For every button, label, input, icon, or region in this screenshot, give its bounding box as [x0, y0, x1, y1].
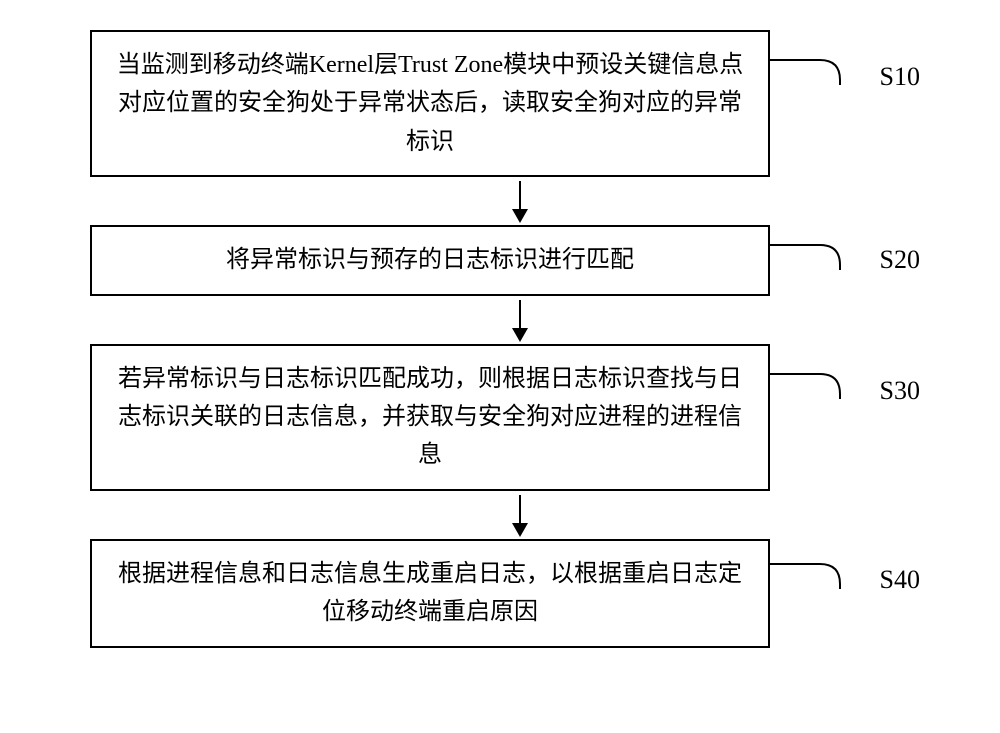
step-row-3: 若异常标识与日志标识匹配成功，则根据日志标识查找与日志标识关联的日志信息，并获取…: [50, 344, 950, 491]
step-box-3: 若异常标识与日志标识匹配成功，则根据日志标识查找与日志标识关联的日志信息，并获取…: [90, 344, 770, 491]
step-label-2: S20: [880, 245, 920, 275]
step-row-2: 将异常标识与预存的日志标识进行匹配 S20: [50, 225, 950, 295]
step-text-2: 将异常标识与预存的日志标识进行匹配: [226, 247, 634, 273]
step-label-3: S30: [880, 376, 920, 406]
step-label-1: S10: [880, 62, 920, 92]
step-box-4: 根据进程信息和日志信息生成重启日志，以根据重启日志定位移动终端重启原因: [90, 539, 770, 648]
step-row-1: 当监测到移动终端Kernel层Trust Zone模块中预设关键信息点对应位置的…: [50, 30, 950, 177]
step-row-4: 根据进程信息和日志信息生成重启日志，以根据重启日志定位移动终端重启原因 S40: [50, 539, 950, 648]
step-text-3: 若异常标识与日志标识匹配成功，则根据日志标识查找与日志标识关联的日志信息，并获取…: [118, 366, 742, 469]
arrow-1: [180, 177, 860, 225]
step-label-4: S40: [880, 565, 920, 595]
step-text-1: 当监测到移动终端Kernel层Trust Zone模块中预设关键信息点对应位置的…: [117, 52, 743, 155]
arrow-3: [180, 491, 860, 539]
arrow-2: [180, 296, 860, 344]
step-text-4: 根据进程信息和日志信息生成重启日志，以根据重启日志定位移动终端重启原因: [118, 561, 742, 625]
flowchart-container: 当监测到移动终端Kernel层Trust Zone模块中预设关键信息点对应位置的…: [50, 30, 950, 648]
step-box-2: 将异常标识与预存的日志标识进行匹配: [90, 225, 770, 295]
step-box-1: 当监测到移动终端Kernel层Trust Zone模块中预设关键信息点对应位置的…: [90, 30, 770, 177]
